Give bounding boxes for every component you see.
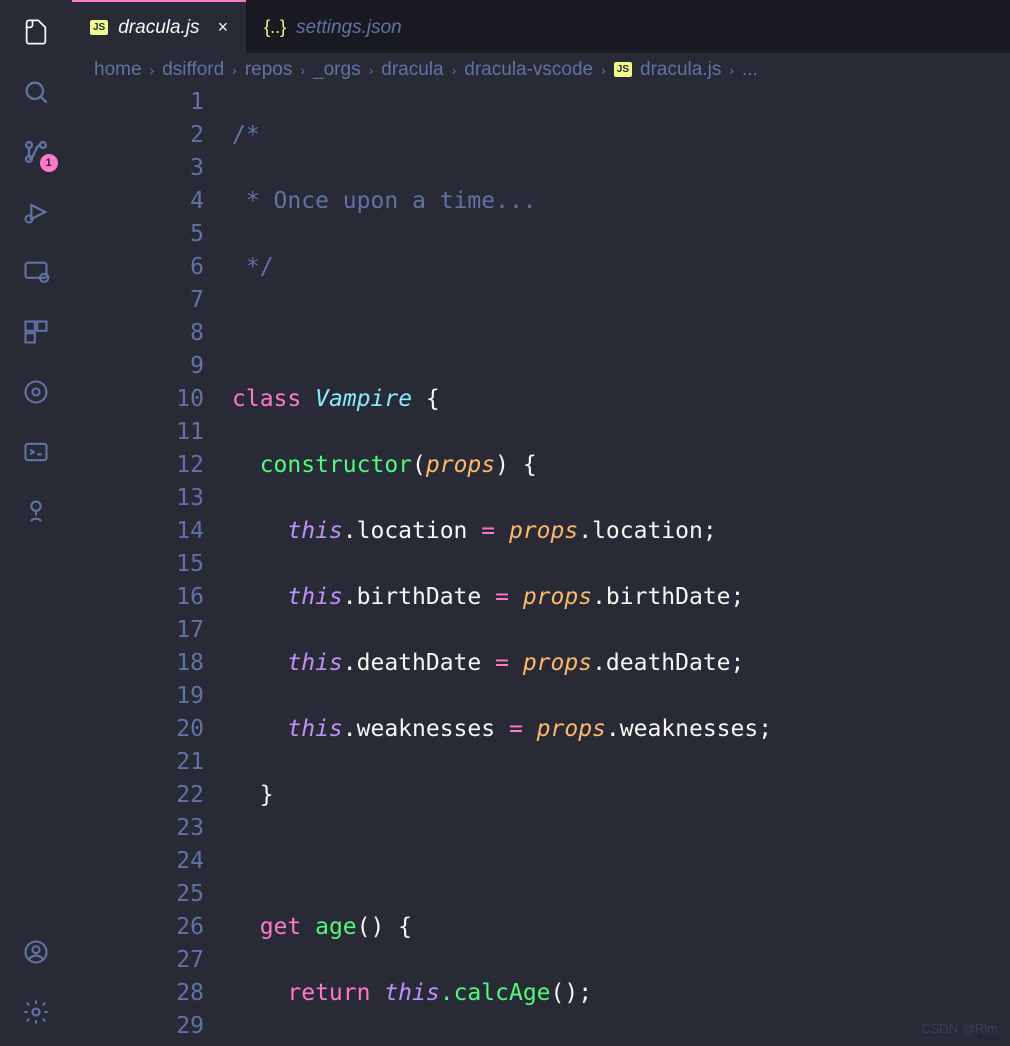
tab-label: dracula.js: [118, 17, 199, 39]
remote-icon[interactable]: [20, 256, 52, 288]
crumb[interactable]: dracula: [381, 59, 443, 81]
tab-dracula-js[interactable]: JS dracula.js ×: [72, 0, 246, 53]
debug-icon[interactable]: [20, 196, 52, 228]
crumb[interactable]: home: [94, 59, 142, 81]
close-icon[interactable]: ×: [218, 17, 229, 38]
terminal-icon[interactable]: [20, 436, 52, 468]
tab-settings-json[interactable]: {..} settings.json: [246, 0, 420, 53]
code-content[interactable]: /* * Once upon a time... */ class Vampir…: [232, 86, 1010, 1046]
tabs-bar: JS dracula.js × {..} settings.json: [72, 0, 1010, 53]
code-editor[interactable]: 1 2 3 4 5 6 7 8 9 10 11 12 13 14 15 16 1…: [72, 86, 1010, 1046]
crumb-tail[interactable]: ...: [742, 59, 758, 81]
source-control-icon[interactable]: 1: [20, 136, 52, 168]
activity-bar: 1: [0, 0, 72, 1046]
editor-area: JS dracula.js × {..} settings.json home›…: [72, 0, 1010, 1046]
js-file-icon: JS: [90, 20, 108, 35]
line-gutter: 1 2 3 4 5 6 7 8 9 10 11 12 13 14 15 16 1…: [72, 86, 232, 1046]
account-icon[interactable]: [20, 936, 52, 968]
tab-label: settings.json: [296, 17, 402, 39]
crumb[interactable]: _orgs: [313, 59, 361, 81]
gitlens-icon[interactable]: [20, 376, 52, 408]
settings-icon[interactable]: [20, 996, 52, 1028]
explorer-icon[interactable]: [20, 16, 52, 48]
extensions-icon[interactable]: [20, 316, 52, 348]
watermark: CSDN @Rlm: [921, 1021, 998, 1036]
crumb[interactable]: repos: [245, 59, 293, 81]
breadcrumb[interactable]: home› dsifford› repos› _orgs› dracula› d…: [72, 53, 1010, 86]
crumb[interactable]: dracula-vscode: [464, 59, 593, 81]
tree-icon[interactable]: [20, 496, 52, 528]
js-file-icon: JS: [614, 62, 632, 77]
scm-badge: 1: [40, 154, 58, 172]
crumb-file[interactable]: dracula.js: [640, 59, 721, 81]
search-icon[interactable]: [20, 76, 52, 108]
crumb[interactable]: dsifford: [162, 59, 224, 81]
json-file-icon: {..}: [264, 17, 286, 38]
